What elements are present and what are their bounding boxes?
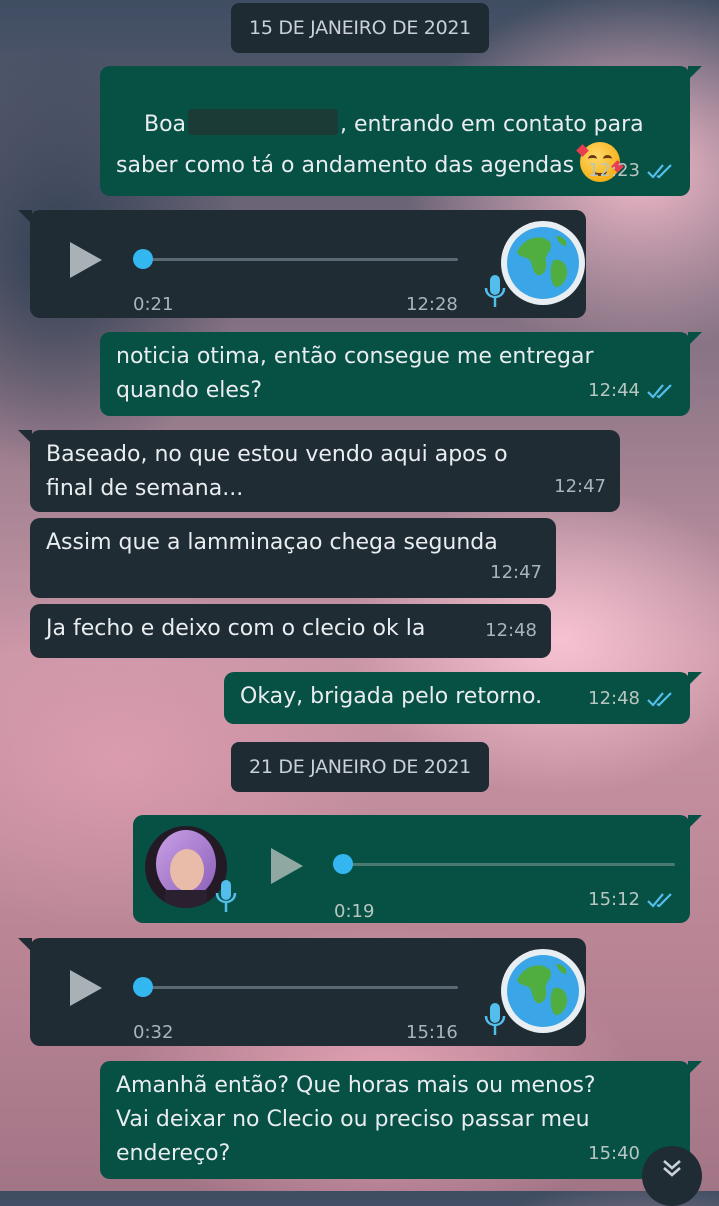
message-bubble-outgoing[interactable]: noticia otima, então consegue me entrega… — [100, 332, 702, 416]
scroll-to-bottom-button[interactable] — [642, 1146, 702, 1206]
message-bubble-incoming[interactable]: Baseado, no que estou vendo aqui apos o … — [18, 430, 620, 512]
globe-avatar — [500, 948, 586, 1034]
message-text: Ja fecho e deixo com o clecio ok la — [46, 616, 426, 641]
audio-duration: 0:21 — [133, 294, 174, 315]
message-time: 12:44 — [588, 380, 640, 401]
read-ticks-icon — [647, 893, 672, 908]
message-bubble-incoming[interactable]: Assim que a lamminaçao chega segunda 12:… — [30, 518, 556, 598]
read-ticks-icon — [647, 164, 672, 179]
play-icon[interactable] — [70, 242, 102, 278]
message-time: 12:48 — [588, 688, 640, 709]
read-ticks-icon — [647, 384, 672, 399]
audio-seek-knob[interactable] — [333, 854, 353, 874]
message-time: 12:47 — [490, 562, 542, 583]
audio-duration: 0:19 — [334, 901, 375, 922]
message-text: Amanhã então? Que horas mais ou menos? V… — [116, 1073, 596, 1166]
mic-icon — [484, 1003, 506, 1035]
audio-duration: 0:32 — [133, 1022, 174, 1043]
date-divider: 15 DE JANEIRO DE 2021 — [231, 3, 489, 53]
scroll-down-icon — [663, 1160, 681, 1177]
message-time: 12:48 — [485, 620, 537, 641]
message-time: 15:16 — [406, 1022, 458, 1043]
message-bubble-outgoing[interactable]: Amanhã então? Que horas mais ou menos? V… — [100, 1061, 702, 1179]
message-text: Baseado, no que estou vendo aqui apos o … — [46, 442, 508, 501]
audio-progress-track[interactable] — [341, 863, 675, 866]
message-text: noticia otima, então consegue me entrega… — [116, 344, 594, 403]
audio-progress-track[interactable] — [142, 986, 458, 989]
date-divider: 21 DE JANEIRO DE 2021 — [231, 742, 489, 792]
globe-avatar — [500, 220, 586, 306]
message-text: Boa — [143, 112, 187, 137]
mic-icon — [484, 275, 506, 307]
read-ticks-icon — [647, 692, 672, 707]
message-time: 15:12 — [588, 889, 640, 910]
play-icon[interactable] — [70, 970, 102, 1006]
message-time: 15:40 — [588, 1143, 640, 1164]
redacted-name — [188, 109, 339, 135]
audio-seek-knob[interactable] — [133, 977, 153, 997]
mic-icon — [215, 880, 237, 912]
message-time: 12:28 — [406, 294, 458, 315]
message-bubble-outgoing[interactable]: Boa, entrando em contato para saber como… — [100, 66, 702, 196]
voice-message-incoming[interactable]: 0:32 15:16 — [18, 938, 586, 1046]
message-text: Assim que a lamminaçao chega segunda — [46, 530, 498, 555]
message-time: 12:47 — [554, 476, 606, 497]
message-text: Okay, brigada pelo retorno. — [240, 684, 543, 709]
audio-progress-track[interactable] — [142, 258, 458, 261]
voice-message-outgoing[interactable]: 0:19 15:12 — [133, 815, 702, 923]
message-time: 12:23 — [588, 160, 640, 181]
message-bubble-outgoing[interactable]: Okay, brigada pelo retorno. 12:48 — [224, 672, 702, 724]
audio-seek-knob[interactable] — [133, 249, 153, 269]
message-bubble-incoming[interactable]: Ja fecho e deixo com o clecio ok la 12:4… — [30, 604, 551, 658]
voice-message-incoming[interactable]: 0:21 12:28 — [18, 210, 586, 318]
play-icon[interactable] — [271, 848, 303, 884]
